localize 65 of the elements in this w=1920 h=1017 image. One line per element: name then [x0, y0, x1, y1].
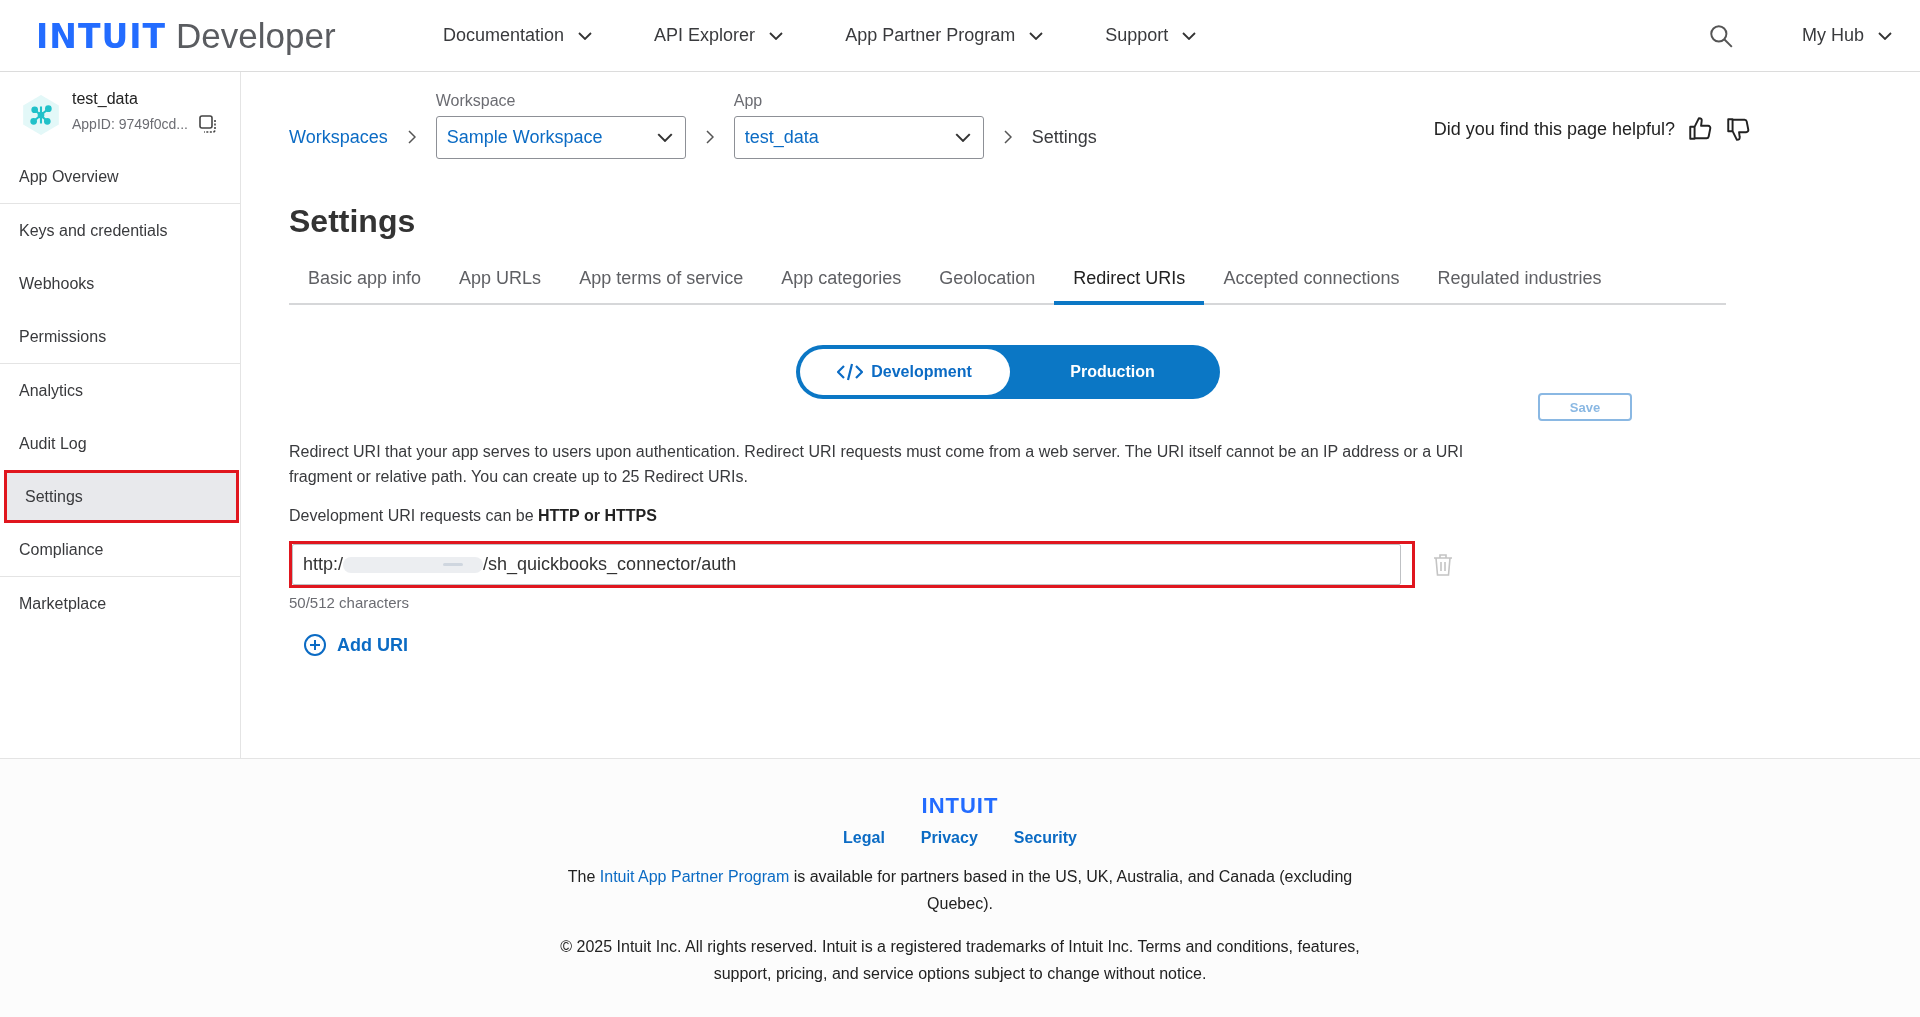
footer-link[interactable]: Legal — [843, 829, 885, 847]
uri-field[interactable]: http:/ /sh_quickbooks_connector/auth — [289, 541, 1415, 588]
character-count: 50/512 characters — [289, 594, 411, 611]
chevron-icon — [705, 130, 714, 144]
sidebar-item[interactable]: Permissions — [0, 310, 240, 363]
caret-icon — [1029, 31, 1044, 40]
feedback-question: Did you find this page helpful? — [1433, 118, 1675, 140]
nav-menu[interactable]: Documentation — [443, 25, 593, 46]
tab[interactable]: Geolocation — [920, 260, 1055, 305]
caret-icon — [1878, 31, 1892, 40]
breadcrumb-current: Settings — [1031, 126, 1097, 149]
footer-link[interactable]: Privacy — [920, 829, 978, 847]
add-icon — [303, 633, 327, 657]
app-name: test_data — [72, 90, 139, 108]
tab[interactable]: Redirect URIs — [1054, 260, 1205, 305]
copy-icon[interactable] — [197, 114, 218, 134]
code-icon — [837, 363, 864, 381]
caret-icon — [578, 31, 593, 40]
availability-text: The Intuit App Partner Program is available for partners based in the US, UK, Australia, and Canada (excluding Quebec). — [566, 867, 1354, 914]
sidebar-item[interactable]: Marketplace — [0, 577, 240, 630]
search-icon[interactable] — [1708, 22, 1734, 49]
tab[interactable]: App terms of service — [560, 260, 763, 305]
caret-icon — [769, 31, 784, 40]
field-label: App — [733, 92, 764, 110]
logo-product[interactable]: Developer — [176, 15, 336, 56]
caret-icon — [954, 133, 971, 142]
account-menu[interactable]: My Hub — [1802, 25, 1892, 46]
chevron-icon — [407, 130, 416, 144]
tab[interactable]: Basic app info — [289, 260, 441, 305]
field-label: Workspace — [435, 92, 517, 110]
sidebar-item[interactable]: App Overview — [0, 150, 240, 203]
environment-option[interactable]: Development — [799, 349, 1010, 395]
thumbs-up-icon[interactable] — [1687, 116, 1713, 142]
sidebar-item[interactable]: Analytics — [0, 364, 240, 417]
logo-brand[interactable]: INTUIT — [36, 16, 166, 56]
tab[interactable]: App URLs — [440, 260, 561, 305]
breadcrumb-link[interactable]: Workspaces — [289, 116, 388, 159]
tab[interactable]: App categories — [762, 260, 921, 305]
nav-menu[interactable]: App Partner Program — [845, 25, 1044, 46]
chevron-icon — [1003, 130, 1012, 144]
copyright-text: © 2025 Intuit Inc. All rights reserved. Intuit is a registered trademarks of Intuit Inc. Terms and conditions, features, support, pricing, and service options subject to change without notice. — [559, 937, 1361, 984]
caret-icon — [1182, 31, 1197, 40]
caret-icon — [656, 133, 673, 142]
footer-logo: INTUIT — [921, 793, 999, 819]
partner-program-link[interactable]: Intuit App Partner Program — [599, 868, 790, 885]
description-text: Redirect URI that your app serves to users upon authentication. Redirect URI requests must come from a web server. The URI itself cannot be an IP address or a URI fragment or relative path. You can create up to 25 Redirect URIs. — [289, 442, 1465, 487]
protocol-note: Development URI requests can be HTTP or HTTPS — [289, 507, 658, 525]
sidebar-item[interactable]: Compliance — [0, 523, 240, 576]
app-dropdown[interactable]: test_data — [733, 116, 984, 159]
sidebar-item[interactable]: Settings — [4, 470, 239, 523]
add-uri-button[interactable]: Add URI — [303, 633, 408, 657]
app-icon — [20, 94, 62, 136]
page-title: Settings — [289, 203, 417, 240]
app-id: AppID: 9749f0cd... — [72, 116, 188, 132]
thumbs-down-icon[interactable] — [1725, 116, 1751, 142]
tab[interactable]: Regulated industries — [1418, 260, 1621, 305]
nav-menu[interactable]: API Explorer — [654, 25, 784, 46]
tab[interactable]: Accepted connections — [1204, 260, 1419, 305]
sidebar-item[interactable]: Audit Log — [0, 417, 240, 470]
sidebar-item[interactable]: Keys and credentials — [0, 204, 240, 257]
footer-link[interactable]: Security — [1013, 829, 1077, 847]
environment-option[interactable]: Production — [1009, 349, 1216, 395]
sidebar-item[interactable]: Webhooks — [0, 257, 240, 310]
nav-menu[interactable]: Support — [1105, 25, 1197, 46]
workspace-dropdown[interactable]: Sample Workspace — [435, 116, 686, 159]
